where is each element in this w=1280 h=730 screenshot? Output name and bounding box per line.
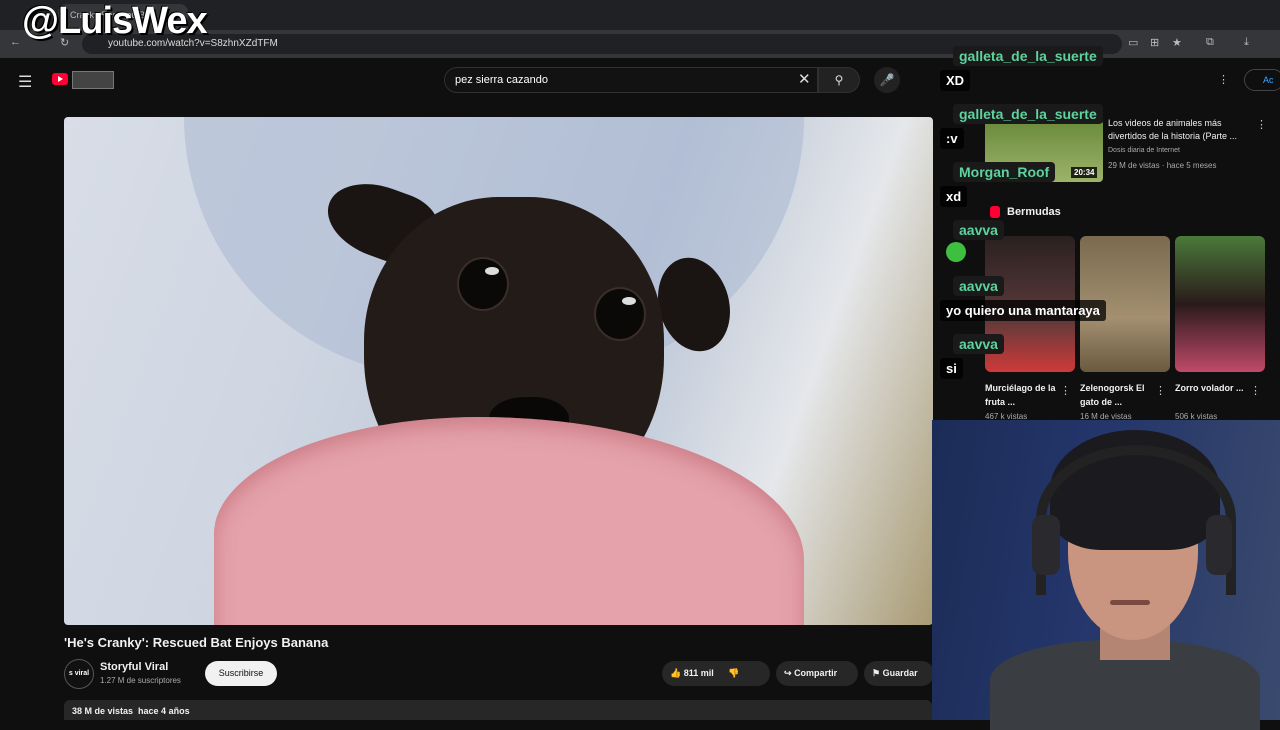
translate-icon[interactable]: ⊞ — [1150, 36, 1159, 49]
chat-username: Morgan_Roof — [953, 162, 1056, 182]
description-box[interactable]: 38 M de vistas hace 4 años — [64, 700, 932, 720]
chat-message: si — [940, 358, 963, 379]
microphone-icon: 🎤 — [879, 73, 895, 87]
video-player[interactable] — [64, 117, 933, 625]
related-video-meta: 29 M de vistas · hace 5 meses — [1108, 161, 1217, 170]
chat-emote-icon — [946, 242, 966, 262]
more-options-icon[interactable]: ⋮ — [1250, 384, 1261, 397]
channel-name[interactable]: Storyful Viral — [100, 661, 168, 673]
more-options-icon[interactable]: ⋮ — [1256, 118, 1267, 131]
search-icon: ⚲ — [834, 73, 844, 87]
chat-message: :v — [940, 128, 964, 149]
short-thumbnail[interactable] — [1175, 236, 1265, 372]
headset-cup — [1032, 515, 1060, 575]
chat-username: galleta_de_la_suerte — [953, 46, 1103, 66]
extensions-icon[interactable]: ⧉ — [1206, 36, 1214, 49]
view-count: 38 M de vistas — [72, 706, 134, 716]
shorts-heading: Bermudas — [1007, 206, 1061, 218]
headset-cup — [1206, 515, 1232, 575]
chat-message: yo quiero una mantaraya — [940, 300, 1106, 321]
save-button[interactable]: ⚑ Guardar — [864, 661, 934, 686]
more-options-icon[interactable]: ⋮ — [1060, 384, 1071, 397]
more-options-icon[interactable]: ⋮ — [1218, 73, 1229, 86]
voice-search-button[interactable]: 🎤 — [874, 67, 900, 93]
short-title[interactable]: Murciélago de la fruta ... — [985, 381, 1060, 409]
more-options-icon[interactable]: ⋮ — [1155, 384, 1166, 397]
logo-doodle[interactable] — [72, 71, 114, 89]
video-title: 'He's Cranky': Rescued Bat Enjoys Banana — [64, 635, 329, 650]
chat-message: XD — [940, 70, 971, 91]
video-duration: 20:34 — [1071, 167, 1098, 178]
like-count: 811 mil — [683, 668, 714, 678]
clear-search-icon[interactable]: ✕ — [798, 70, 811, 88]
chat-username: galleta_de_la_suerte — [953, 104, 1103, 124]
thumbs-down-icon[interactable]: 👎 — [728, 668, 739, 678]
install-icon[interactable]: ▭ — [1128, 36, 1138, 49]
bat-eye — [594, 287, 646, 341]
bat-eye — [457, 257, 509, 311]
search-input[interactable]: pez sierra cazando — [444, 67, 818, 93]
like-button[interactable]: 👍 811 mil 👎 — [662, 661, 770, 686]
share-label: Compartir — [794, 668, 838, 678]
chat-username: aavva — [953, 334, 1004, 354]
related-video-channel[interactable]: Dosis diaria de Internet — [1108, 147, 1180, 154]
bookmark-star-icon[interactable]: ★ — [1172, 36, 1182, 49]
short-title[interactable]: Zelenogorsk El gato de ... — [1080, 381, 1155, 409]
thumbs-up-icon: 👍 — [670, 668, 682, 678]
streamer-watermark: @LuisWex — [22, 0, 208, 42]
account-button[interactable]: Ac — [1244, 69, 1280, 91]
shorts-icon — [990, 206, 1000, 218]
account-label: Ac — [1263, 75, 1274, 85]
subscribe-button[interactable]: Suscribirse — [205, 661, 277, 686]
avatar-text: s viral — [68, 670, 90, 677]
search-button[interactable]: ⚲ — [818, 67, 860, 93]
search-query: pez sierra cazando — [455, 74, 548, 86]
menu-icon[interactable]: ☰ — [18, 72, 32, 92]
streamer-mouth — [1110, 600, 1150, 605]
bookmark-icon: ⚑ — [872, 668, 881, 678]
chat-username: aavva — [953, 276, 1004, 296]
channel-avatar[interactable]: s viral — [64, 659, 94, 689]
share-button[interactable]: ↪ Compartir — [776, 661, 858, 686]
download-icon[interactable]: ⤓ — [1244, 36, 1249, 49]
subscriber-count: 1.27 M de suscriptores — [100, 676, 181, 685]
pink-towel — [214, 417, 804, 625]
save-label: Guardar — [882, 668, 918, 678]
back-icon[interactable]: ← — [10, 36, 21, 48]
upload-age: hace 4 años — [138, 706, 190, 716]
related-video-title[interactable]: Los videos de animales más divertidos de… — [1108, 117, 1258, 143]
share-icon: ↪ — [784, 668, 792, 678]
chat-username: aavva — [953, 220, 1004, 240]
youtube-logo-icon[interactable] — [52, 73, 68, 85]
short-title[interactable]: Zorro volador ... — [1175, 381, 1250, 395]
chat-message: xd — [940, 186, 968, 207]
